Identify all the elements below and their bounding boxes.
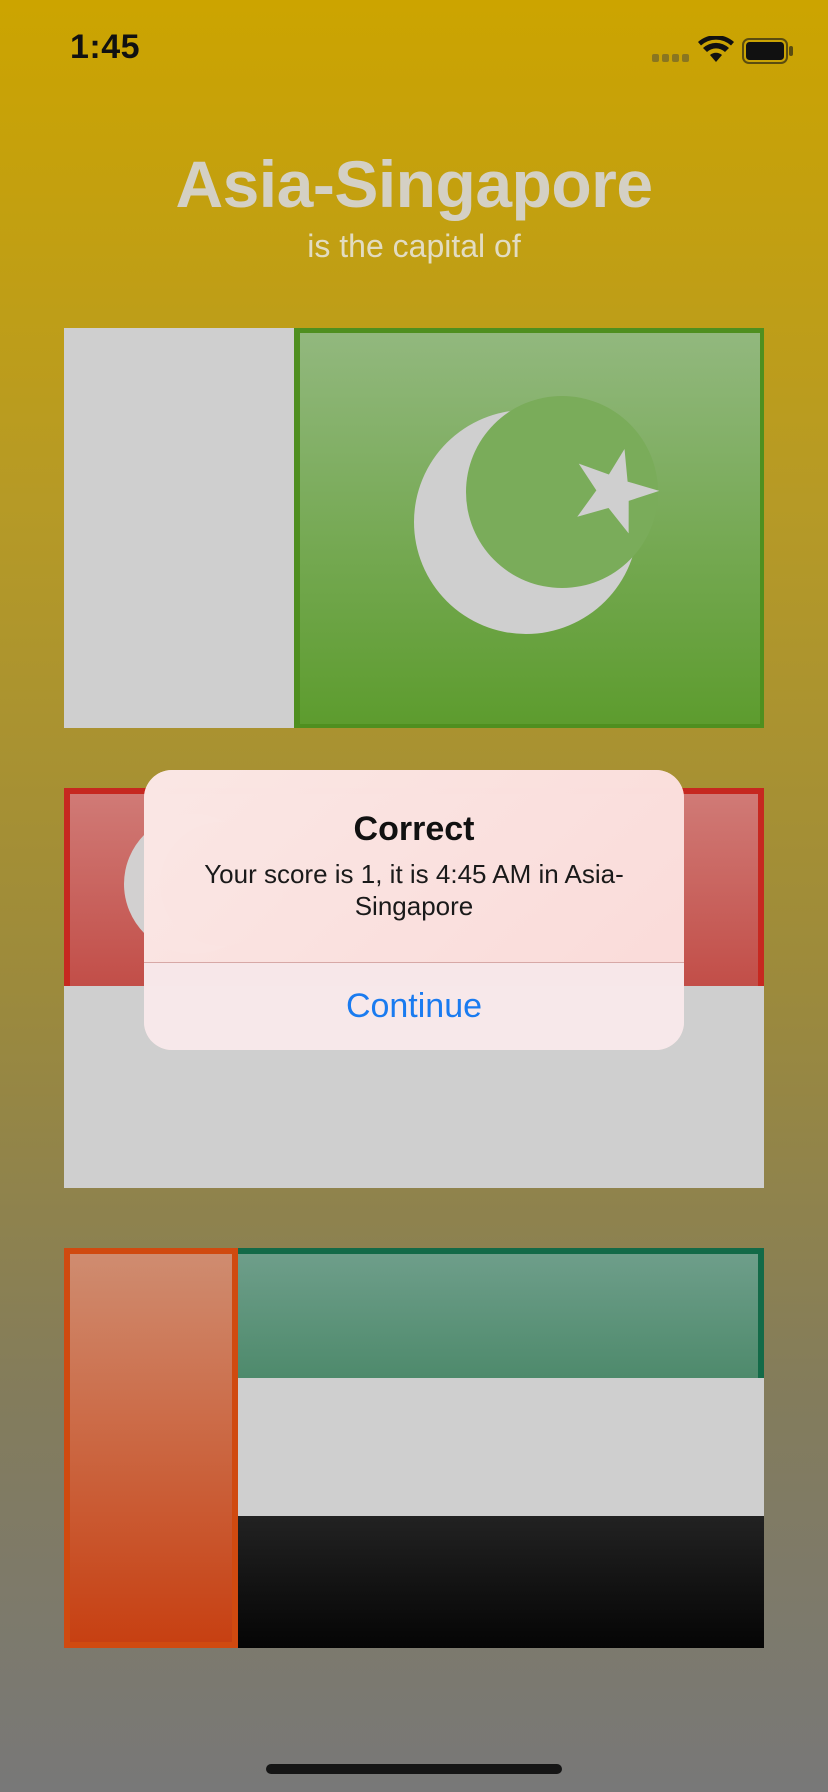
capital-subtitle: is the capital of (307, 228, 521, 264)
alert-dialog: Correct Your score is 1, it is 4:45 AM i… (144, 770, 684, 1050)
app-screen: 1:45 Asia-Singapore is the capital of Co… (0, 0, 828, 1792)
home-indicator[interactable] (266, 1764, 562, 1774)
status-time: 1:45 (70, 28, 141, 66)
battery-icon (742, 38, 793, 64)
alert-title: Correct (353, 810, 475, 848)
status-bar: 1:45 (0, 0, 828, 100)
flag-button-3[interactable] (64, 1248, 764, 1648)
alert-message: Your score is 1, it is 4:45 AM in Asia-S… (204, 859, 624, 921)
capital-title: Asia-Singapore (175, 147, 653, 221)
uae-flag-icon (64, 1248, 764, 1648)
continue-button[interactable]: Continue (144, 963, 684, 1050)
alert-body: Correct Your score is 1, it is 4:45 AM i… (144, 770, 684, 962)
pakistan-flag-icon (64, 328, 764, 728)
cellular-signal-icon (652, 52, 692, 62)
wifi-icon (698, 36, 734, 62)
flag-button-1[interactable] (64, 328, 764, 728)
